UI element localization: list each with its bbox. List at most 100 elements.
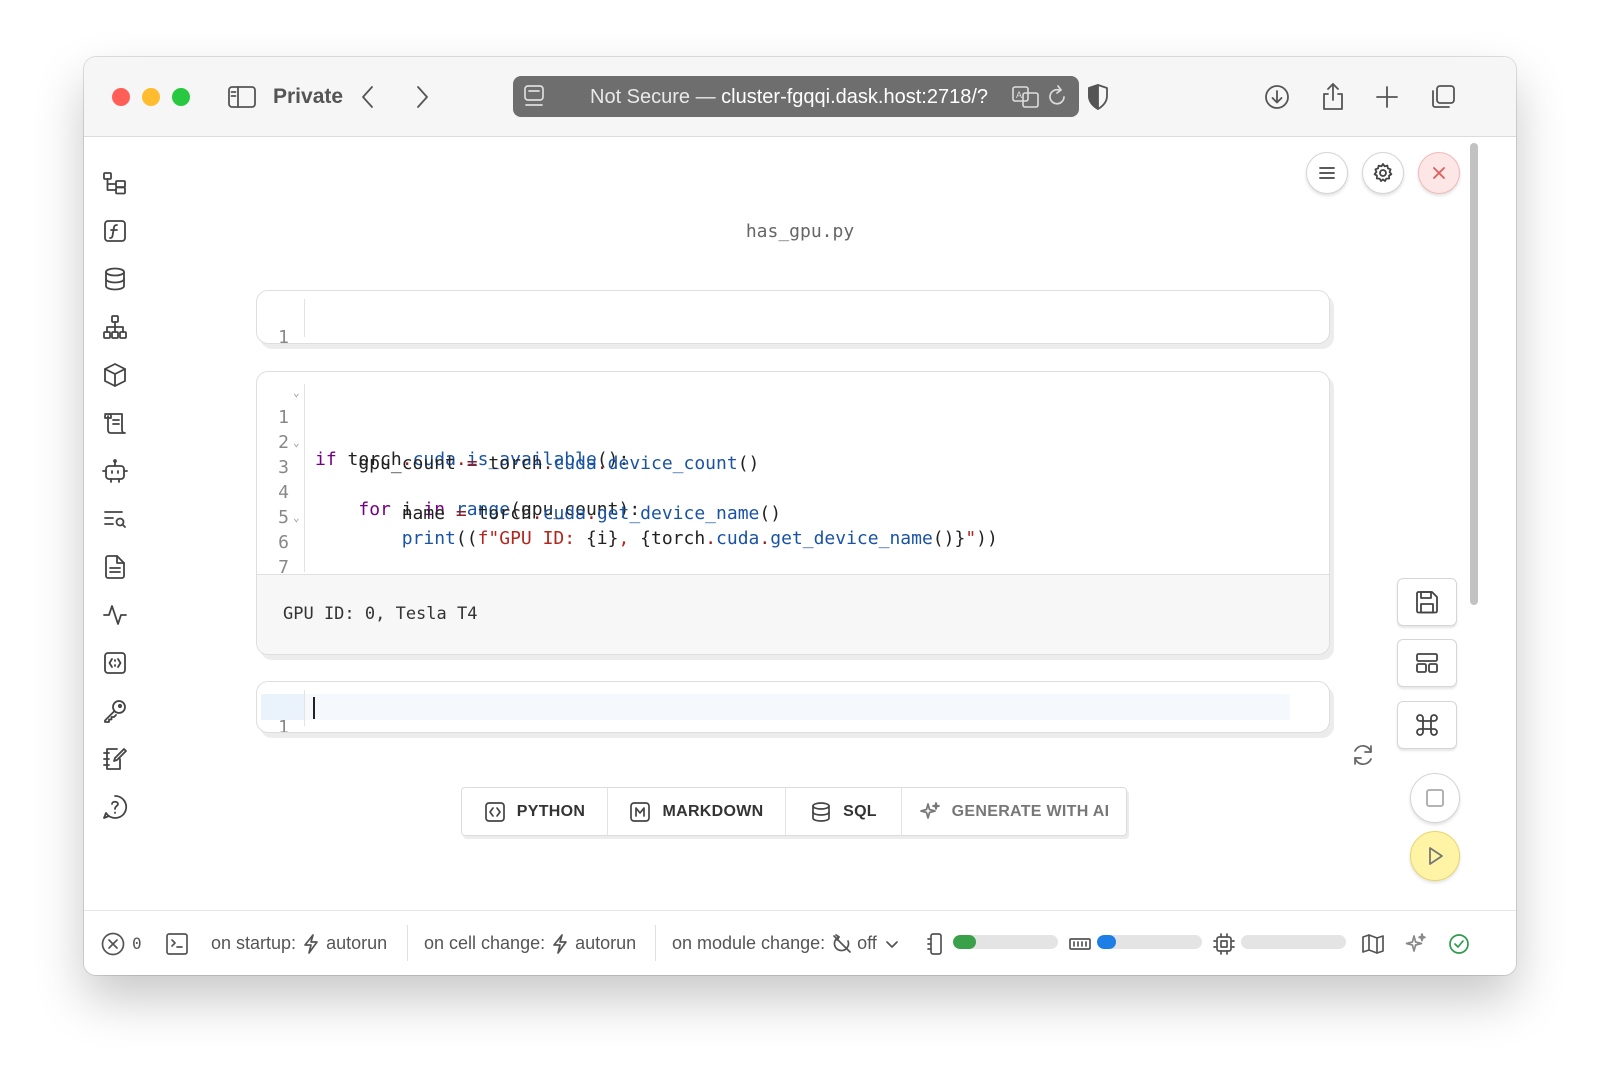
code-line[interactable]: 1 (257, 696, 1329, 732)
chevron-down-icon (885, 940, 898, 948)
startup-setting[interactable]: on startup: autorun (211, 911, 387, 975)
sparkle-icon (919, 801, 940, 819)
database-icon (812, 801, 830, 822)
fold-chevron-icon[interactable]: ⌄ (293, 436, 300, 449)
module-change-value: off (857, 933, 877, 953)
map-icon[interactable] (1361, 911, 1385, 975)
layout-icon (1416, 653, 1438, 673)
reload-icon[interactable] (1047, 85, 1069, 109)
menu-button[interactable] (1306, 152, 1348, 194)
run-button[interactable] (1410, 831, 1460, 881)
forward-icon[interactable] (406, 81, 438, 113)
cell-change-value: autorun (575, 933, 637, 953)
minimize-window-button[interactable] (142, 88, 160, 106)
robot-icon[interactable] (100, 456, 130, 486)
code-line: 1 import torch (257, 306, 1329, 343)
startup-label: on startup: (211, 933, 297, 953)
privacy-shield-icon[interactable] (1082, 81, 1114, 113)
cpu-usage-fill (1097, 935, 1116, 949)
line-number: 1 (278, 327, 289, 344)
activity-icon[interactable] (100, 600, 130, 630)
code-line: 2 gpu_count = torch.cuda.device_count() (257, 411, 1329, 474)
url-host: cluster-fgqqi.dask.host:2718/? (721, 86, 988, 108)
browser-window: Private Not Secure — cluster-fgqqi.dask.… (84, 57, 1516, 975)
status-bar: 0 on startup: autorun on cell change: au… (84, 910, 1516, 975)
layout-button[interactable] (1397, 639, 1457, 687)
close-icon (1433, 167, 1445, 179)
code-cell-active[interactable]: 1 (256, 681, 1330, 733)
back-icon[interactable] (352, 81, 384, 113)
play-icon (1429, 847, 1443, 865)
key-icon[interactable] (100, 696, 130, 726)
cell-change-setting[interactable]: on cell change: autorun (424, 911, 636, 975)
divider (655, 925, 656, 961)
search-list-icon[interactable] (100, 504, 130, 534)
ai-sparkle-icon[interactable] (1404, 911, 1428, 975)
file-tree-icon[interactable] (100, 168, 130, 198)
terminal-icon (166, 932, 188, 955)
notebook-area: has_gpu.py 1 import torch 1 ⌄ if torch.c… (84, 138, 1516, 910)
gpu-icon (1212, 911, 1236, 975)
cpu-usage-meter (1097, 935, 1202, 949)
save-button[interactable] (1397, 578, 1457, 626)
markdown-icon (630, 801, 651, 822)
save-icon (1416, 591, 1438, 614)
scroll-icon[interactable] (100, 408, 130, 438)
code-line: 5 print((f"GPU ID: {i}, {torch.cuda.get_… (257, 486, 1329, 549)
fold-chevron-icon[interactable]: ⌄ (293, 511, 300, 524)
close-window-button[interactable] (112, 88, 130, 106)
add-markdown-button[interactable]: MARKDOWN (608, 788, 786, 835)
refresh-icon[interactable] (1348, 740, 1378, 770)
code-line: 3 ⌄ for i in range(gpu_count): (257, 436, 1329, 520)
code-line: 4 name = torch.cuda.get_device_name() (257, 461, 1329, 524)
lightning-icon (304, 933, 318, 954)
add-markdown-label: MARKDOWN (662, 802, 764, 820)
connection-ok-icon[interactable] (1447, 911, 1471, 975)
zoom-window-button[interactable] (172, 88, 190, 106)
url-text: Not Secure — cluster-fgqqi.dask.host:271… (590, 86, 1002, 109)
module-change-setting[interactable]: on module change: off (672, 911, 899, 975)
autoreload-off-icon (833, 933, 851, 953)
downloads-icon[interactable] (1261, 81, 1293, 113)
shutdown-button[interactable] (1418, 152, 1460, 194)
code-cell[interactable]: 1 ⌄ if torch.cuda.is_available(): 2 gpu_… (256, 371, 1330, 655)
sidebar-toggle-icon[interactable] (226, 81, 258, 113)
notebook-edit-icon[interactable] (100, 744, 130, 774)
code-cell[interactable]: 1 import torch (256, 290, 1330, 344)
document-icon[interactable] (100, 552, 130, 582)
error-count: 0 (132, 934, 142, 953)
module-change-label: on module change: (672, 933, 826, 953)
private-label: Private (273, 85, 344, 108)
cell-change-label: on cell change: (424, 933, 546, 953)
tab-overview-icon[interactable] (1427, 81, 1459, 113)
browser-toolbar: Private Not Secure — cluster-fgqqi.dask.… (84, 57, 1516, 137)
terminal-button[interactable] (164, 911, 190, 975)
generate-with-ai-label: GENERATE WITH AI (951, 802, 1110, 820)
code-line: 1 ⌄ if torch.cuda.is_available(): (257, 386, 1329, 470)
package-icon[interactable] (100, 360, 130, 390)
code-line: 6 ⌄ else: (257, 511, 1329, 595)
code-brackets-icon[interactable] (100, 648, 130, 678)
add-cell-bar: PYTHON MARKDOWN SQL GENERATE WITH AI (461, 787, 1127, 836)
command-palette-button[interactable] (1397, 701, 1457, 749)
add-python-label: PYTHON (516, 802, 586, 820)
add-python-button[interactable]: PYTHON (462, 788, 608, 835)
database-icon[interactable] (100, 264, 130, 294)
translate-icon[interactable]: A (1011, 85, 1041, 109)
gpu-usage-meter (1241, 935, 1346, 949)
share-icon[interactable] (1317, 81, 1349, 113)
network-icon[interactable] (100, 312, 130, 342)
notebook-filename: has_gpu.py (745, 221, 855, 242)
new-tab-icon[interactable] (1371, 81, 1403, 113)
stop-button[interactable] (1410, 773, 1460, 823)
error-circle-icon (101, 932, 125, 955)
scrollbar[interactable] (1470, 143, 1478, 605)
add-sql-button[interactable]: SQL (786, 788, 902, 835)
error-indicator[interactable]: 0 (100, 911, 142, 975)
fold-chevron-icon[interactable]: ⌄ (293, 386, 300, 399)
line-number: 1 (278, 717, 289, 733)
help-icon[interactable] (100, 792, 130, 822)
generate-with-ai-button[interactable]: GENERATE WITH AI (902, 788, 1126, 835)
settings-button[interactable] (1362, 152, 1404, 194)
address-bar[interactable]: Not Secure — cluster-fgqqi.dask.host:271… (513, 76, 1079, 117)
